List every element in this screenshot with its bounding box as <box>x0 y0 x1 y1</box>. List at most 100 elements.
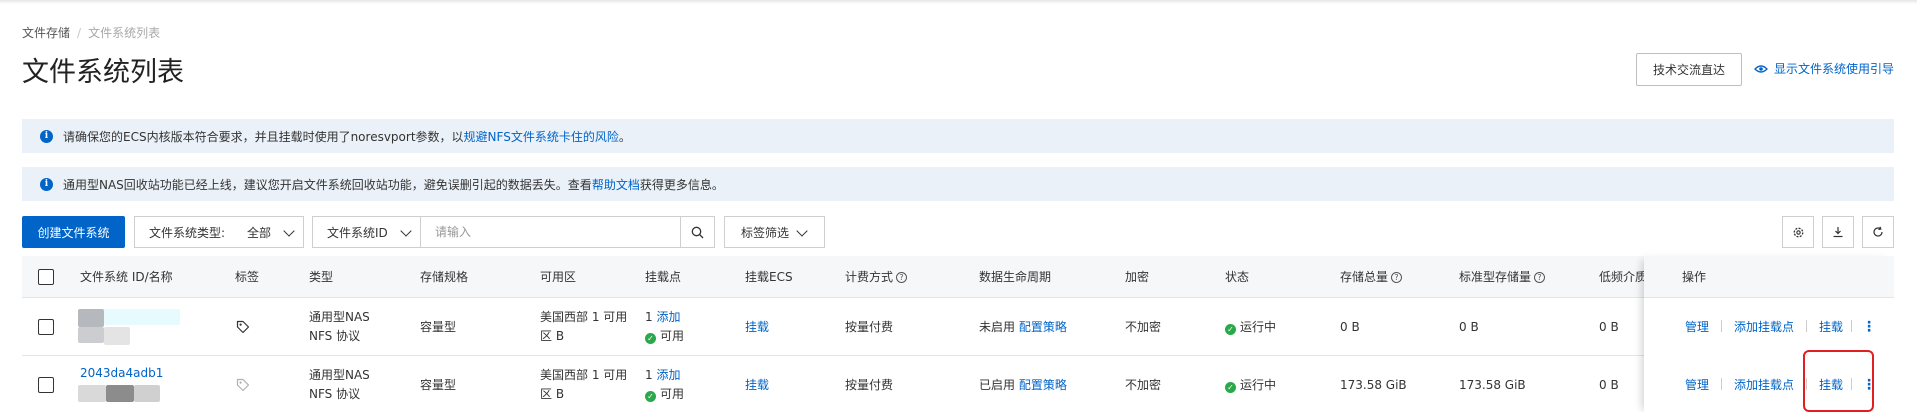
highlight-box <box>1803 350 1874 412</box>
check-circle-icon: ✓ <box>1225 324 1236 335</box>
mount-count-value: 1 <box>645 310 653 324</box>
tag-icon[interactable] <box>236 320 250 334</box>
col-zone: 可用区 <box>540 270 577 284</box>
row-checkbox[interactable] <box>38 377 54 393</box>
create-filesystem-button[interactable]: 创建文件系统 <box>22 216 125 248</box>
type-filter-value: 全部 <box>247 225 272 240</box>
add-mount-point-link[interactable]: 添加挂载点 <box>1734 378 1794 392</box>
actions-column-header: 操作 <box>1644 256 1894 298</box>
show-guide-label: 显示文件系统使用引导 <box>1774 62 1895 76</box>
lifecycle-status: 已启用 <box>979 378 1016 392</box>
redacted-id <box>78 309 104 327</box>
breadcrumb-current: 文件系统列表 <box>88 26 161 40</box>
mount-status-label: 可用 <box>660 329 685 343</box>
download-button[interactable] <box>1822 216 1854 248</box>
notice-link-nfs-risk[interactable]: 规避NFS文件系统卡住的风险 <box>464 128 619 145</box>
redacted-name <box>106 385 134 402</box>
mount-ecs-link[interactable]: 挂载 <box>745 318 769 337</box>
col-low-freq: 低频介质 <box>1599 270 1648 284</box>
download-icon <box>1833 227 1843 238</box>
spec-value: 容量型 <box>420 320 457 334</box>
standard-storage-value: 173.58 GiB <box>1459 378 1526 392</box>
col-spec: 存储规格 <box>420 270 469 284</box>
mount-link[interactable]: 挂载 <box>1819 320 1843 334</box>
status: ✓ 运行中 <box>1225 376 1276 395</box>
notice-link-help-doc[interactable]: 帮助文档 <box>592 176 640 193</box>
encryption-value: 不加密 <box>1125 378 1162 392</box>
tag-filter-button[interactable]: 标签筛选 <box>724 216 825 248</box>
manage-link[interactable]: 管理 <box>1685 378 1709 392</box>
spec-value: 容量型 <box>420 378 457 392</box>
add-mount-link[interactable]: 添加 <box>656 310 680 324</box>
search-icon <box>691 226 704 238</box>
filesystem-id-link[interactable]: 2043da4adb1 <box>80 364 163 383</box>
type-line2: NFS 协议 <box>309 387 361 401</box>
col-total-storage-label: 存储总量 <box>1340 270 1389 284</box>
type-filter-label: 文件系统类型: <box>149 225 226 240</box>
search-field-select[interactable]: 文件系统ID <box>312 216 420 248</box>
col-billing-label: 计费方式 <box>845 270 894 284</box>
tag-icon[interactable] <box>236 378 250 392</box>
type-filter-select[interactable]: 文件系统类型: 全部 <box>134 216 304 248</box>
table-row: 通用型NAS NFS 协议 容量型 美国西部 1 可用 区 B 1 添加 ✓ 可用… <box>22 298 1894 356</box>
redacted-name <box>134 385 160 402</box>
configure-policy-link[interactable]: 配置策略 <box>1019 378 1067 392</box>
check-circle-icon: ✓ <box>645 333 656 344</box>
notice-text: 通用型NAS回收站功能已经上线，建议您开启文件系统回收站功能，避免误删引起的数据… <box>63 177 592 192</box>
show-guide-link[interactable]: 显示文件系统使用引导 <box>1754 60 1894 77</box>
col-id-name: 文件系统 ID/名称 <box>80 270 173 284</box>
search-input[interactable] <box>420 216 681 248</box>
standard-storage-value: 0 B <box>1459 320 1479 334</box>
info-icon: i <box>40 177 53 191</box>
settings-button[interactable] <box>1782 216 1814 248</box>
more-actions-icon[interactable]: ⋮ <box>1862 318 1876 337</box>
add-mount-point-link[interactable]: 添加挂载点 <box>1734 320 1794 334</box>
refresh-button[interactable] <box>1862 216 1894 248</box>
col-tags: 标签 <box>235 270 260 284</box>
mount-status: ✓ 可用 <box>645 385 684 404</box>
col-billing: 计费方式? <box>845 268 908 287</box>
encryption-value: 不加密 <box>1125 320 1162 334</box>
breadcrumb: 文件存储 / 文件系统列表 <box>22 24 160 41</box>
divider <box>1721 320 1723 332</box>
redacted-id <box>104 309 180 325</box>
configure-policy-link[interactable]: 配置策略 <box>1019 320 1067 334</box>
status-label: 运行中 <box>1240 320 1277 334</box>
type-line2: NFS 协议 <box>309 329 361 343</box>
col-lifecycle: 数据生命周期 <box>979 270 1052 284</box>
zone-line2: 区 B <box>540 329 565 343</box>
col-mount-points: 挂载点 <box>645 270 682 284</box>
total-storage-value: 0 B <box>1340 320 1360 334</box>
help-icon[interactable]: ? <box>1534 272 1546 283</box>
col-status: 状态 <box>1225 270 1250 284</box>
type-line1: 通用型NAS <box>309 368 370 382</box>
billing-value: 按量付费 <box>845 320 894 334</box>
billing-value: 按量付费 <box>845 378 894 392</box>
row-checkbox[interactable] <box>38 319 54 335</box>
mount-count: 1 添加 <box>645 366 680 385</box>
mount-count-value: 1 <box>645 368 653 382</box>
col-encryption: 加密 <box>1125 270 1150 284</box>
refresh-icon <box>1873 226 1883 237</box>
divider <box>1721 378 1723 390</box>
add-mount-link[interactable]: 添加 <box>656 368 680 382</box>
status-label: 运行中 <box>1240 378 1277 392</box>
col-standard-storage: 标准型存储量? <box>1459 268 1546 287</box>
notice-text-end: 。 <box>618 129 631 144</box>
search-field-label: 文件系统ID <box>327 225 388 240</box>
mount-ecs-link[interactable]: 挂载 <box>745 376 769 395</box>
breadcrumb-parent[interactable]: 文件存储 <box>22 26 70 40</box>
col-total-storage: 存储总量? <box>1340 268 1403 287</box>
select-all-checkbox[interactable] <box>38 269 54 285</box>
help-icon[interactable]: ? <box>1391 272 1403 283</box>
notice-noresvport: i 请确保您的ECS内核版本符合要求，并且挂载时使用了noresvport参数，… <box>22 119 1894 153</box>
col-actions: 操作 <box>1682 270 1707 284</box>
chevron-down-icon <box>796 225 808 237</box>
tech-exchange-button[interactable]: 技术交流直达 <box>1636 53 1742 86</box>
manage-link[interactable]: 管理 <box>1685 320 1709 334</box>
help-icon[interactable]: ? <box>896 272 908 283</box>
info-icon: i <box>40 129 53 143</box>
notice-text-end: 获得更多信息。 <box>639 177 724 192</box>
breadcrumb-separator: / <box>77 26 82 40</box>
search-button[interactable] <box>681 216 715 248</box>
